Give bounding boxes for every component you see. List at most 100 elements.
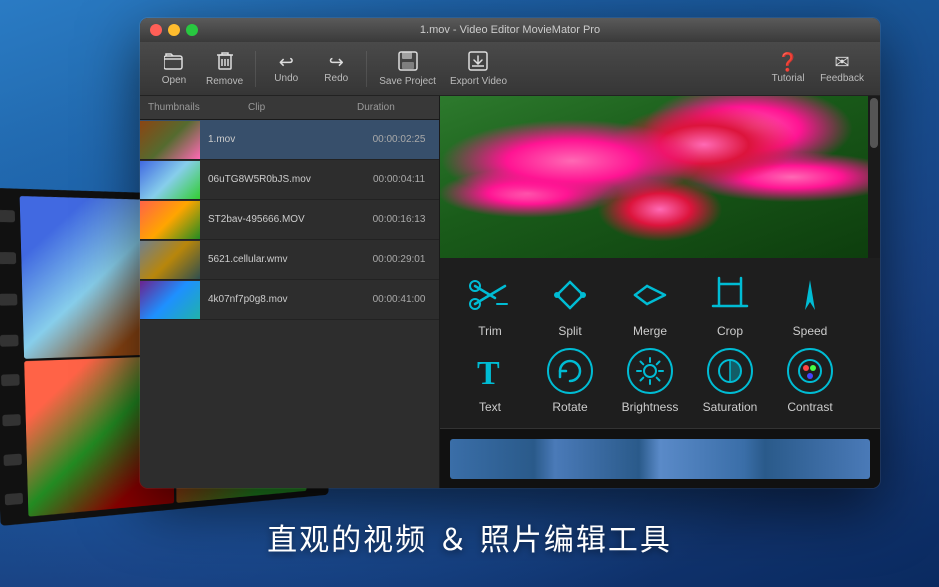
scrollbar[interactable]: [868, 96, 880, 258]
export-video-icon: [468, 51, 488, 74]
file-list: 1.mov 00:00:02:25 06uTG8W5R0bJS.mov 00:0…: [140, 120, 439, 488]
scrollbar-thumb[interactable]: [870, 98, 878, 148]
col-clip: Clip: [240, 100, 349, 115]
file-item[interactable]: ST2bav-495666.MOV 00:00:16:13: [140, 200, 439, 240]
file-duration: 00:00:02:25: [359, 134, 439, 145]
file-duration: 00:00:04:11: [359, 174, 439, 185]
speed-label: Speed: [793, 324, 828, 338]
saturation-icon: [707, 348, 753, 394]
toolbar-sep-2: [366, 51, 367, 87]
timeline: [440, 428, 880, 488]
brightness-tool[interactable]: Brightness: [620, 348, 680, 414]
traffic-lights: [150, 24, 198, 36]
toolbar-tutorial[interactable]: ❓ Tutorial: [764, 49, 812, 88]
toolbar-undo[interactable]: ↩ Undo: [262, 49, 310, 88]
timeline-track[interactable]: [450, 439, 870, 479]
file-info: 4k07nf7p0g8.mov: [200, 294, 359, 305]
file-info: ST2bav-495666.MOV: [200, 214, 359, 225]
app-window: 1.mov - Video Editor MovieMator Pro Open: [140, 18, 880, 488]
window-title: 1.mov - Video Editor MovieMator Pro: [420, 24, 600, 36]
file-thumbnail: [140, 201, 200, 239]
feedback-icon: ✉: [834, 53, 849, 71]
feedback-label: Feedback: [820, 73, 864, 84]
file-panel: Thumbnails Clip Duration 1.mov 00:00:02:…: [140, 96, 440, 488]
file-thumbnail: [140, 161, 200, 199]
trim-label: Trim: [478, 324, 502, 338]
file-name: 5621.cellular.wmv: [208, 254, 351, 265]
text-label: Text: [479, 400, 501, 414]
remove-label: Remove: [206, 76, 243, 87]
open-label: Open: [162, 75, 186, 86]
bottom-tagline: 直观的视频 ＆ 照片编辑工具: [0, 515, 939, 559]
tools-row-1: Trim Split: [460, 272, 860, 338]
tutorial-label: Tutorial: [772, 73, 805, 84]
svg-text:T: T: [477, 355, 500, 392]
toolbar-redo[interactable]: ↪ Redo: [312, 49, 360, 88]
export-video-label: Export Video: [450, 76, 507, 87]
tools-area: Trim Split: [440, 258, 880, 428]
file-name: ST2bav-495666.MOV: [208, 214, 351, 225]
split-tool[interactable]: Split: [540, 272, 600, 338]
split-label: Split: [558, 324, 581, 338]
file-thumbnail: [140, 281, 200, 319]
flower-background: [440, 96, 880, 258]
maximize-button[interactable]: [186, 24, 198, 36]
saturation-tool[interactable]: Saturation: [700, 348, 760, 414]
rotate-tool[interactable]: Rotate: [540, 348, 600, 414]
file-thumbnail: [140, 121, 200, 159]
undo-label: Undo: [274, 73, 298, 84]
toolbar-feedback[interactable]: ✉ Feedback: [814, 49, 870, 88]
speed-icon: [787, 272, 833, 318]
title-bar: 1.mov - Video Editor MovieMator Pro: [140, 18, 880, 42]
redo-label: Redo: [324, 73, 348, 84]
file-info: 1.mov: [200, 134, 359, 145]
open-icon: [164, 52, 184, 73]
rotate-label: Rotate: [552, 400, 587, 414]
text-tool[interactable]: T Text: [460, 348, 520, 414]
toolbar-open[interactable]: Open: [150, 48, 198, 90]
brightness-label: Brightness: [622, 400, 679, 414]
file-duration: 00:00:41:00: [359, 294, 439, 305]
tutorial-icon: ❓: [777, 53, 799, 71]
file-item[interactable]: 1.mov 00:00:02:25: [140, 120, 439, 160]
speed-tool[interactable]: Speed: [780, 272, 840, 338]
file-thumbnail: [140, 241, 200, 279]
redo-icon: ↪: [329, 53, 344, 71]
merge-icon: [627, 272, 673, 318]
trim-icon: [467, 272, 513, 318]
merge-tool[interactable]: Merge: [620, 272, 680, 338]
file-name: 1.mov: [208, 134, 351, 145]
file-name: 4k07nf7p0g8.mov: [208, 294, 351, 305]
file-name: 06uTG8W5R0bJS.mov: [208, 174, 351, 185]
contrast-tool[interactable]: Contrast: [780, 348, 840, 414]
saturation-label: Saturation: [703, 400, 758, 414]
file-duration: 00:00:16:13: [359, 214, 439, 225]
toolbar: Open Remove ↩ Undo ↪ Redo: [140, 42, 880, 96]
crop-label: Crop: [717, 324, 743, 338]
file-info: 5621.cellular.wmv: [200, 254, 359, 265]
file-item[interactable]: 06uTG8W5R0bJS.mov 00:00:04:11: [140, 160, 439, 200]
rotate-icon: [547, 348, 593, 394]
toolbar-export-video[interactable]: Export Video: [444, 47, 513, 91]
trim-tool[interactable]: Trim: [460, 272, 520, 338]
toolbar-save-project[interactable]: Save Project: [373, 47, 442, 91]
merge-label: Merge: [633, 324, 667, 338]
close-button[interactable]: [150, 24, 162, 36]
save-project-icon: [398, 51, 418, 74]
preview-panel: Trim Split: [440, 96, 880, 488]
file-item[interactable]: 5621.cellular.wmv 00:00:29:01: [140, 240, 439, 280]
preview-video: [440, 96, 880, 258]
toolbar-remove[interactable]: Remove: [200, 47, 249, 91]
contrast-label: Contrast: [787, 400, 832, 414]
file-panel-header: Thumbnails Clip Duration: [140, 96, 439, 120]
remove-icon: [217, 51, 233, 74]
tools-row-2: T Text Rotate: [460, 348, 860, 414]
minimize-button[interactable]: [168, 24, 180, 36]
contrast-icon: [787, 348, 833, 394]
col-thumbnails: Thumbnails: [140, 100, 240, 115]
save-project-label: Save Project: [379, 76, 436, 87]
brightness-icon: [627, 348, 673, 394]
toolbar-sep-1: [255, 51, 256, 87]
file-item[interactable]: 4k07nf7p0g8.mov 00:00:41:00: [140, 280, 439, 320]
crop-tool[interactable]: Crop: [700, 272, 760, 338]
